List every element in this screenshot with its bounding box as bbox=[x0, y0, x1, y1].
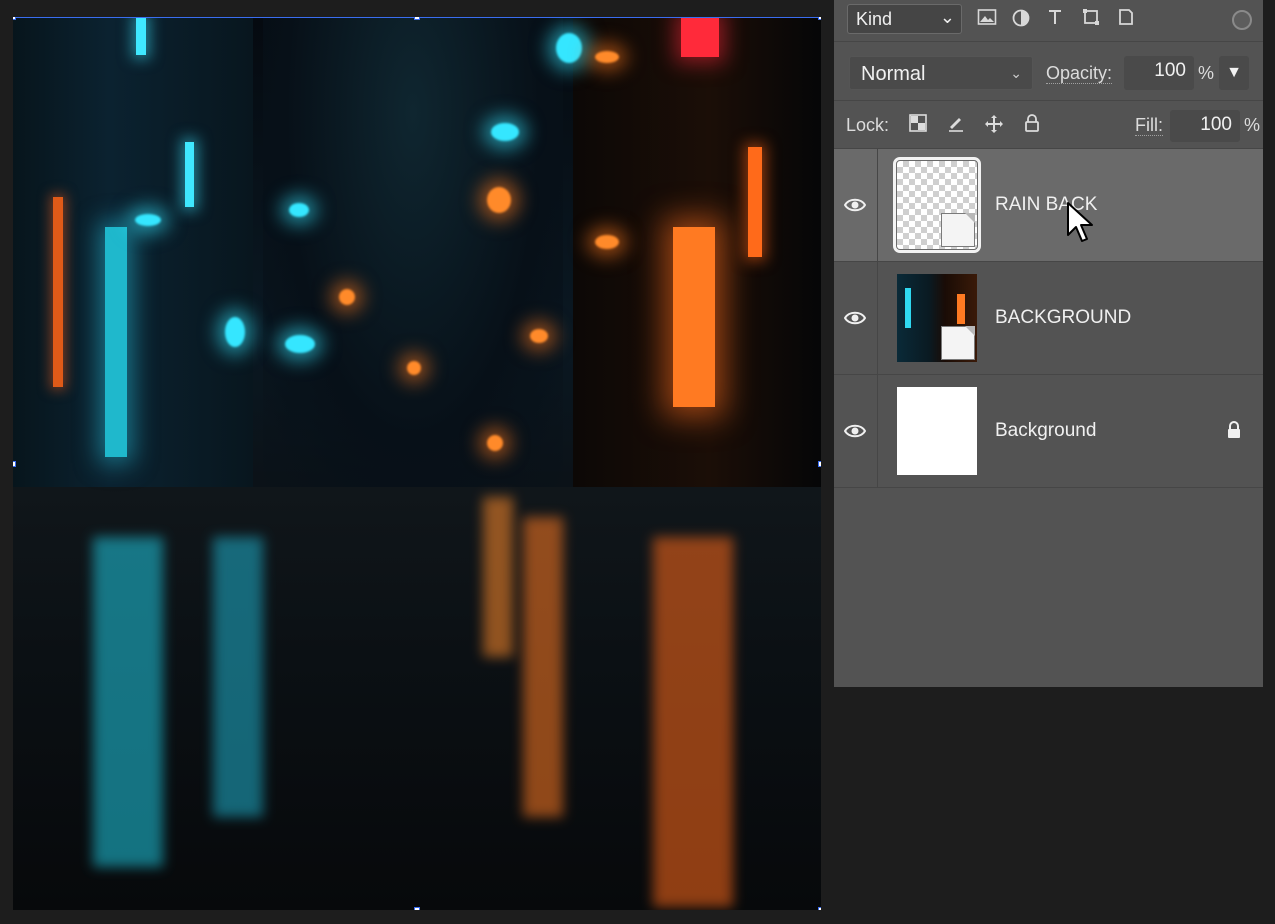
artwork-neon-sign bbox=[673, 227, 715, 407]
eye-icon[interactable] bbox=[844, 307, 866, 329]
artwork-sky bbox=[263, 17, 563, 497]
adjustment-layer-filter-icon[interactable] bbox=[1010, 8, 1032, 30]
transform-handle[interactable] bbox=[818, 17, 821, 20]
transform-handle[interactable] bbox=[13, 17, 16, 20]
document-canvas[interactable] bbox=[13, 17, 821, 910]
lock-icon bbox=[1228, 421, 1240, 438]
artwork-neon-sign bbox=[748, 147, 762, 257]
artwork-reflection bbox=[483, 497, 513, 657]
layer-name[interactable]: Background bbox=[995, 420, 1096, 442]
lock-position-icon[interactable] bbox=[983, 114, 1005, 136]
chevron-down-icon: ⌄ bbox=[1010, 65, 1022, 81]
artwork-neon-sign bbox=[53, 197, 63, 387]
artwork-light bbox=[487, 435, 503, 451]
lock-all-icon[interactable] bbox=[1021, 114, 1043, 136]
type-layer-filter-icon[interactable] bbox=[1044, 8, 1066, 30]
layer-row-rain-back[interactable]: RAIN BACK bbox=[834, 149, 1263, 262]
visibility-column bbox=[834, 149, 878, 261]
transform-handle[interactable] bbox=[13, 461, 16, 467]
artwork-light bbox=[595, 51, 619, 63]
artwork-light bbox=[289, 203, 309, 217]
artwork-light bbox=[556, 33, 582, 63]
smart-object-badge-icon bbox=[941, 326, 975, 360]
transform-handle[interactable] bbox=[818, 907, 821, 910]
eye-icon[interactable] bbox=[844, 420, 866, 442]
filter-kind-label: Kind bbox=[856, 9, 893, 29]
eye-icon[interactable] bbox=[844, 194, 866, 216]
fill-label[interactable]: Fill: bbox=[1135, 115, 1163, 136]
opacity-label[interactable]: Opacity: bbox=[1046, 63, 1113, 84]
fill-input[interactable]: 100 bbox=[1170, 110, 1240, 142]
lock-transparent-pixels-icon[interactable] bbox=[907, 114, 929, 136]
chevron-down-icon: ⌄ bbox=[939, 7, 955, 27]
layer-thumbnail[interactable] bbox=[893, 157, 981, 253]
transform-handle[interactable] bbox=[414, 17, 420, 20]
lock-options-bar: Lock: Fill: 100 % bbox=[834, 102, 1263, 149]
smart-object-filter-icon[interactable] bbox=[1115, 8, 1137, 30]
opacity-dropdown-button[interactable]: ▼ bbox=[1219, 56, 1249, 90]
opacity-input[interactable]: 100 bbox=[1124, 56, 1194, 90]
layers-empty-area[interactable] bbox=[834, 488, 1263, 687]
artwork-neon-sign bbox=[185, 142, 194, 207]
artwork-reflection bbox=[93, 537, 163, 867]
artwork-light bbox=[339, 289, 355, 305]
thumbnail-neon bbox=[957, 294, 965, 324]
artwork-light bbox=[285, 335, 315, 353]
layers-panel: Kind ⌄ Normal ⌄ Opacity: 100 % ▼ Lock: F… bbox=[834, 0, 1263, 687]
layer-row-background-photo[interactable]: BACKGROUND bbox=[834, 262, 1263, 375]
layer-thumbnail[interactable] bbox=[897, 274, 977, 362]
artwork-light bbox=[487, 187, 511, 213]
artwork-light bbox=[407, 361, 421, 375]
artwork-light bbox=[491, 123, 519, 141]
filter-toggle-icon[interactable] bbox=[1232, 10, 1252, 30]
smart-object-badge-icon bbox=[941, 213, 975, 247]
fill-unit: % bbox=[1244, 115, 1261, 135]
artwork-light bbox=[135, 214, 161, 226]
layer-row-background[interactable]: Background bbox=[834, 375, 1263, 488]
artwork-reflection bbox=[523, 517, 563, 817]
thumbnail-neon bbox=[905, 288, 911, 328]
layer-name[interactable]: BACKGROUND bbox=[995, 307, 1131, 329]
transform-handle[interactable] bbox=[818, 461, 821, 467]
layer-filter-bar: Kind ⌄ bbox=[834, 0, 1263, 42]
artwork-reflection bbox=[213, 537, 263, 817]
artwork-neon-sign bbox=[105, 227, 127, 457]
artwork-neon-sign bbox=[681, 17, 719, 57]
artwork-light bbox=[530, 329, 548, 343]
visibility-column bbox=[834, 262, 878, 374]
blend-mode-select[interactable]: Normal ⌄ bbox=[849, 56, 1033, 90]
lock-label: Lock: bbox=[846, 115, 890, 135]
mouse-cursor-icon bbox=[1067, 202, 1093, 242]
pixel-layer-filter-icon[interactable] bbox=[976, 8, 998, 30]
artwork-light bbox=[225, 317, 245, 347]
transform-handle[interactable] bbox=[414, 907, 420, 910]
artwork-reflection bbox=[653, 537, 733, 907]
blend-mode-value: Normal bbox=[861, 63, 926, 85]
visibility-column bbox=[834, 375, 878, 487]
layer-thumbnail[interactable] bbox=[897, 387, 977, 475]
opacity-unit: % bbox=[1198, 63, 1215, 83]
shape-layer-filter-icon[interactable] bbox=[1080, 8, 1102, 30]
filter-kind-select[interactable]: Kind ⌄ bbox=[847, 4, 962, 34]
artwork-light bbox=[595, 235, 619, 249]
artwork-neon-sign bbox=[136, 17, 146, 55]
lock-image-pixels-icon[interactable] bbox=[945, 114, 967, 136]
blend-options-bar: Normal ⌄ Opacity: 100 % ▼ bbox=[834, 43, 1263, 101]
